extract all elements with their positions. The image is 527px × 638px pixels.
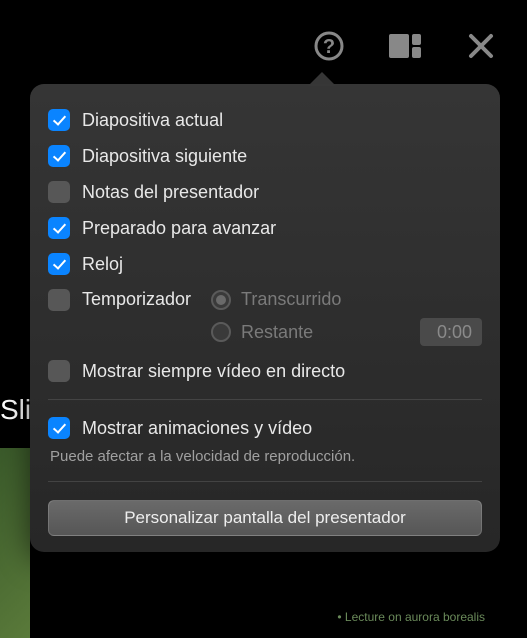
option-timer: Temporizador Transcurrido Restante 0:00: [48, 282, 482, 353]
radio-elapsed[interactable]: [211, 290, 231, 310]
checkbox-timer[interactable]: [48, 289, 70, 311]
customize-presenter-button[interactable]: Personalizar pantalla del presentador: [48, 500, 482, 536]
label-current-slide: Diapositiva actual: [82, 110, 223, 131]
option-next-slide: Diapositiva siguiente: [48, 138, 482, 174]
checkbox-show-animations[interactable]: [48, 417, 70, 439]
radio-row-elapsed: Transcurrido: [211, 289, 482, 310]
background-slide-thumbnail: [0, 448, 30, 638]
checkbox-presenter-notes[interactable]: [48, 181, 70, 203]
checkbox-current-slide[interactable]: [48, 109, 70, 131]
divider-2: [48, 481, 482, 482]
divider: [48, 399, 482, 400]
checkbox-next-slide[interactable]: [48, 145, 70, 167]
close-icon[interactable]: [465, 30, 497, 62]
option-always-live-video: Mostrar siempre vídeo en directo: [48, 353, 482, 389]
label-remaining: Restante: [241, 322, 313, 343]
timer-time-field[interactable]: 0:00: [420, 318, 482, 346]
label-ready-advance: Preparado para avanzar: [82, 218, 276, 239]
presenter-toolbar: ?: [313, 30, 497, 62]
help-icon[interactable]: ?: [313, 30, 345, 62]
radio-remaining[interactable]: [211, 322, 231, 342]
footer-slide-caption: • Lecture on aurora borealis: [337, 610, 485, 624]
option-current-slide: Diapositiva actual: [48, 102, 482, 138]
option-show-animations: Mostrar animaciones y vídeo: [48, 410, 482, 446]
label-always-live-video: Mostrar siempre vídeo en directo: [82, 361, 345, 382]
label-presenter-notes: Notas del presentador: [82, 182, 259, 203]
checkbox-always-live-video[interactable]: [48, 360, 70, 382]
radio-row-remaining: Restante: [211, 322, 313, 343]
option-clock: Reloj: [48, 246, 482, 282]
presenter-display-popover: Diapositiva actual Diapositiva siguiente…: [30, 84, 500, 552]
label-show-animations: Mostrar animaciones y vídeo: [82, 418, 312, 439]
timer-mode-group: Transcurrido Restante 0:00: [211, 289, 482, 346]
option-ready-advance: Preparado para avanzar: [48, 210, 482, 246]
checkbox-ready-advance[interactable]: [48, 217, 70, 239]
label-clock: Reloj: [82, 254, 123, 275]
label-next-slide: Diapositiva siguiente: [82, 146, 247, 167]
option-presenter-notes: Notas del presentador: [48, 174, 482, 210]
svg-text:?: ?: [323, 36, 335, 58]
checkbox-clock[interactable]: [48, 253, 70, 275]
layout-icon[interactable]: [389, 30, 421, 62]
label-elapsed: Transcurrido: [241, 289, 341, 310]
label-timer: Temporizador: [82, 289, 191, 310]
background-slide-text: Sli: [0, 394, 31, 426]
popover-arrow: [308, 72, 336, 86]
animations-hint: Puede afectar a la velocidad de reproduc…: [48, 446, 482, 471]
